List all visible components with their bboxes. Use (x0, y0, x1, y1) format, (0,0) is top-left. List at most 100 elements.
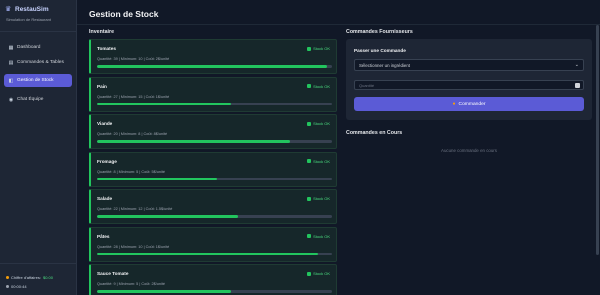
stock-level-bar (97, 102, 332, 105)
stock-details: Quantité: 9 | Minimum: 5 | Coût: 2$/unit… (97, 282, 166, 286)
ingredient-select[interactable]: Sélectionner un ingrédient ⌄ (354, 59, 584, 71)
chevron-down-icon: ⌄ (574, 62, 579, 68)
stock-details: Quantité: 27 | Minimum: 15 | Coût: 1$/un… (97, 94, 170, 99)
status-badge-label: Stock OK (313, 271, 330, 276)
ingredient-name: Salade (97, 196, 113, 201)
revenue-label: Chiffre d'affaires: (11, 275, 41, 280)
stock-level-fill (97, 252, 318, 255)
dashboard-icon: ▦ (8, 44, 14, 51)
sidebar-item-label: Dashboard (17, 45, 41, 50)
brand-title: RestauSim (15, 6, 49, 13)
inventory-card: Pâtes Stock OK Quantité: 28 | Minimum: 10 … (89, 226, 337, 262)
inventory-card: Salade Stock OK Quantité: 22 | Minimum: 12… (89, 189, 337, 224)
form-title: Passer une Commande (354, 48, 406, 53)
cart-icon: ● (452, 101, 456, 107)
check-icon (307, 234, 312, 238)
check-icon (307, 46, 312, 51)
stock-details: Quantité: 8 | Minimum: 5 | Coût: 5$/unit… (97, 169, 166, 174)
page-title: Gestion de Stock (89, 9, 159, 19)
ingredient-name: Pain (97, 83, 107, 89)
stock-details: Quantité: 22 | Minimum: 12 | Coût: 1.5$/… (97, 207, 173, 211)
stepper-icon[interactable] (575, 83, 580, 88)
inventory-card: Fromage Stock OK Quantité: 8 | Minimum: 5 … (89, 151, 337, 187)
clock-display: 00:00:44 (6, 284, 27, 289)
check-icon (307, 159, 312, 163)
check-icon (307, 196, 312, 201)
sidebar-item-label: Gestion de Stock (17, 78, 54, 83)
revenue-display: Chiffre d'affaires: $0.00 (6, 275, 53, 280)
status-badge: Stock OK (307, 271, 330, 276)
stock-level-bar (97, 290, 332, 293)
supplier-order-form: Passer une Commande Sélectionner un ingr… (346, 39, 592, 120)
divider (0, 263, 77, 264)
chat-icon: ◉ (8, 96, 14, 103)
clock-icon (6, 285, 9, 288)
sidebar-item-label: Chat Équipe (17, 97, 44, 102)
inventory-card: Tomates Stock OK Quantité: 39 | Minimum: 1… (89, 39, 337, 74)
sidebar: ♛ RestauSim Simulation de Restaurant ▦ Da… (0, 0, 77, 295)
stock-level-fill (97, 215, 238, 218)
inventory-title: Inventaire (89, 29, 115, 35)
current-orders-title: Commandes en Cours (346, 130, 403, 136)
status-badge: Stock OK (307, 84, 330, 89)
sidebar-item-dashboard[interactable]: ▦ Dashboard (4, 41, 72, 54)
stock-level-bar (97, 65, 332, 68)
status-badge-label: Stock OK (313, 158, 330, 164)
divider (77, 24, 600, 25)
brand: ♛ RestauSim (5, 6, 49, 13)
stock-details: Quantité: 28 | Minimum: 10 | Coût: 1$/un… (97, 244, 170, 249)
stock-level-fill (97, 290, 231, 293)
suppliers-title: Commandes Fournisseurs (346, 29, 413, 35)
clock-value: 00:00:44 (11, 284, 27, 289)
coin-icon (6, 276, 9, 279)
inventory-card: Pain Stock OK Quantité: 27 | Minimum: 15 |… (89, 76, 337, 112)
ingredient-select-value: Sélectionner un ingrédient (359, 62, 411, 68)
chef-hat-icon: ♛ (5, 6, 12, 13)
ingredient-name: Viande (97, 121, 113, 126)
check-icon (307, 271, 312, 276)
stock-level-bar (97, 177, 332, 180)
empty-orders-message: Aucune commande en cours (441, 148, 497, 153)
stock-level-fill (97, 102, 231, 105)
check-icon (307, 121, 312, 126)
sidebar-item-chat[interactable]: ◉ Chat Équipe (4, 93, 72, 106)
stock-level-fill (97, 177, 217, 180)
box-icon: ◧ (8, 77, 14, 84)
status-badge: Stock OK (307, 159, 330, 164)
stock-level-bar (97, 140, 332, 143)
check-icon (307, 84, 312, 88)
sidebar-item-clipboard[interactable]: ▤ Commandes & Tables (4, 56, 72, 69)
revenue-value: $0.00 (42, 275, 53, 280)
ingredient-name: Fromage (97, 158, 117, 164)
status-badge-label: Stock OK (313, 121, 330, 126)
status-badge: Stock OK (307, 121, 330, 126)
order-button-label: Commander (458, 101, 486, 107)
status-badge: Stock OK (307, 196, 330, 201)
status-badge-label: Stock OK (313, 83, 330, 89)
stock-level-fill (97, 65, 328, 68)
stock-level-bar (97, 252, 332, 255)
status-badge-label: Stock OK (313, 233, 330, 239)
status-badge-label: Stock OK (313, 196, 330, 201)
status-badge-label: Stock OK (313, 46, 330, 51)
brand-subtitle: Simulation de Restaurant (6, 17, 51, 22)
inventory-card: Viande Stock OK Quantité: 20 | Minimum: 8 … (89, 114, 337, 149)
status-badge: Stock OK (307, 234, 330, 239)
stock-details: Quantité: 20 | Minimum: 8 | Coût: 8$/uni… (97, 132, 168, 136)
stock-level-bar (97, 215, 332, 218)
quantity-input[interactable]: Quantité (354, 80, 584, 90)
scrollbar[interactable] (596, 25, 599, 255)
stock-details: Quantité: 39 | Minimum: 10 | Coût: 2$/un… (97, 57, 170, 61)
quantity-placeholder: Quantité (359, 82, 375, 88)
sidebar-item-label: Commandes & Tables (17, 60, 64, 65)
ingredient-name: Sauce Tomate (97, 271, 129, 276)
status-badge: Stock OK (307, 46, 330, 51)
ingredient-name: Pâtes (97, 233, 110, 239)
ingredient-name: Tomates (97, 46, 116, 51)
clipboard-icon: ▤ (8, 59, 14, 66)
inventory-card: Sauce Tomate Stock OK Quantité: 9 | Minimu… (89, 264, 337, 295)
stock-level-fill (97, 140, 290, 143)
sidebar-item-box[interactable]: ◧ Gestion de Stock (4, 74, 72, 87)
divider (0, 31, 77, 32)
order-button[interactable]: ● Commander (354, 97, 584, 111)
